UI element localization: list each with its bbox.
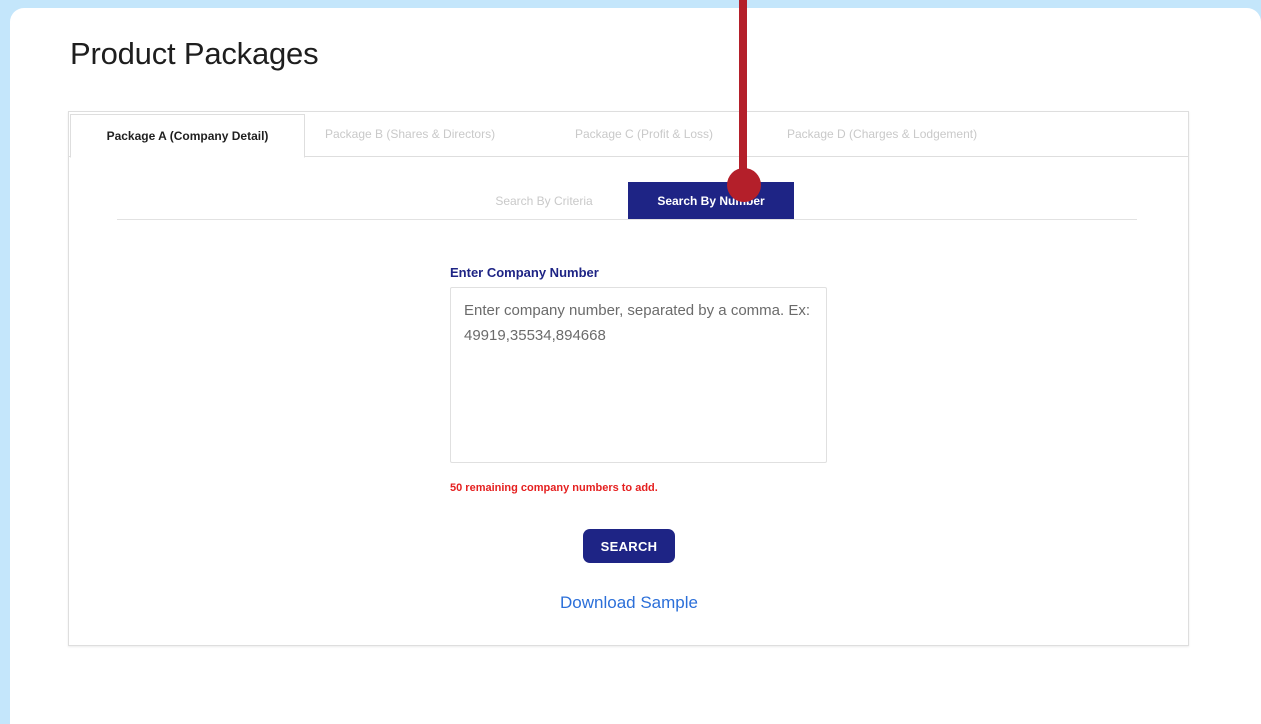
sub-tabs-divider: [117, 219, 1137, 220]
company-number-input[interactable]: [450, 287, 827, 463]
tab-package-d[interactable]: Package D (Charges & Lodgement): [787, 112, 977, 157]
tab-package-a[interactable]: Package A (Company Detail): [70, 114, 305, 158]
download-sample-link[interactable]: Download Sample: [553, 593, 705, 613]
company-number-label: Enter Company Number: [450, 265, 599, 280]
package-tab-bar: Package A (Company Detail) Package B (Sh…: [69, 112, 1188, 158]
tab-search-by-criteria[interactable]: Search By Criteria: [464, 182, 624, 220]
tab-package-c[interactable]: Package C (Profit & Loss): [575, 112, 713, 157]
package-card: Package A (Company Detail) Package B (Sh…: [68, 111, 1189, 646]
main-panel: Product Packages Package A (Company Deta…: [10, 8, 1261, 724]
remaining-count-text: 50 remaining company numbers to add.: [450, 482, 658, 494]
search-button[interactable]: SEARCH: [583, 529, 675, 563]
annotation-pointer-line: [739, 0, 747, 180]
page-title: Product Packages: [70, 36, 319, 71]
tab-search-by-number[interactable]: Search By Number: [628, 182, 794, 220]
tab-package-b[interactable]: Package B (Shares & Directors): [325, 112, 495, 157]
annotation-pointer-dot: [727, 168, 761, 202]
